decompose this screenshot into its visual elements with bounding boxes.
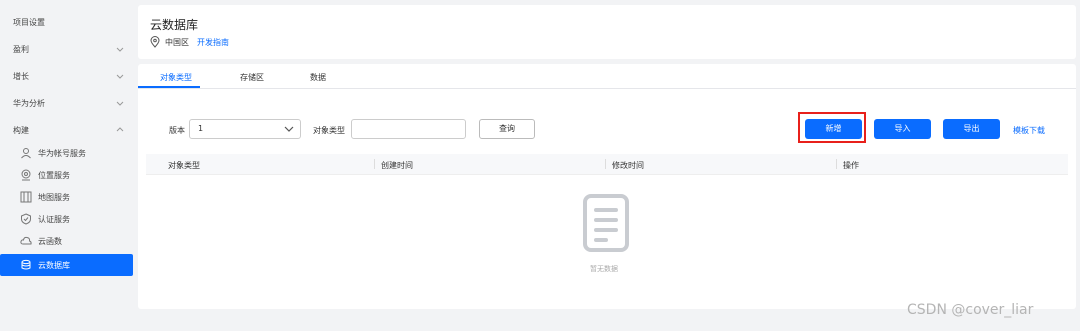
column-divider xyxy=(836,159,837,169)
empty-state-text: 暂无数据 xyxy=(590,265,618,273)
cloud-function-icon xyxy=(20,236,32,245)
query-button[interactable]: 查询 xyxy=(479,119,535,139)
column-header-actions: 操作 xyxy=(843,161,859,170)
chevron-down-icon xyxy=(116,101,124,106)
page-title: 云数据库 xyxy=(150,18,199,32)
tab-data[interactable]: 数据 xyxy=(310,72,326,83)
sidebar-item-label: 构建 xyxy=(13,125,29,135)
shield-icon xyxy=(21,213,31,225)
map-icon xyxy=(20,191,32,203)
sidebar-item-analytics[interactable]: 华为分析 xyxy=(0,92,133,114)
empty-document-icon xyxy=(583,194,629,252)
dev-guide-link[interactable]: 开发指南 xyxy=(197,37,229,48)
sidebar-item-grow[interactable]: 增长 xyxy=(0,65,133,87)
tab-bar: 对象类型 存储区 数据 xyxy=(138,64,1076,89)
table-header: 对象类型 创建时间 修改时间 操作 xyxy=(146,154,1068,175)
sidebar-item-build[interactable]: 构建 xyxy=(0,119,133,141)
version-label: 版本 xyxy=(169,126,185,135)
region-row: 中国区 开发指南 xyxy=(150,36,229,48)
sidebar-item-label: 位置服务 xyxy=(38,170,70,180)
sidebar-item-label: 增长 xyxy=(13,71,29,81)
column-header-object-type: 对象类型 xyxy=(168,161,200,170)
chevron-down-icon xyxy=(116,74,124,79)
sidebar-item-monetize[interactable]: 盈利 xyxy=(0,38,133,60)
object-type-label: 对象类型 xyxy=(313,126,345,135)
sidebar-item-label: 盈利 xyxy=(13,44,29,54)
export-button[interactable]: 导出 xyxy=(943,119,1000,139)
sidebar-item-auth-service[interactable]: 认证服务 xyxy=(0,208,133,230)
add-button[interactable]: 新增 xyxy=(805,119,862,139)
column-header-created: 创建时间 xyxy=(381,161,413,170)
tab-object-types[interactable]: 对象类型 xyxy=(160,72,192,83)
sidebar: 项目设置 盈利 增长 华为分析 构建 华为帐号服务 位置服务 地图服务 认证服务… xyxy=(0,0,136,331)
map-pin-icon xyxy=(150,36,160,48)
database-icon xyxy=(21,259,31,270)
location-icon xyxy=(21,169,31,181)
sidebar-item-label: 认证服务 xyxy=(38,214,70,224)
sidebar-item-label: 地图服务 xyxy=(38,192,70,202)
sidebar-item-project-settings[interactable]: 项目设置 xyxy=(0,11,133,33)
column-divider xyxy=(374,159,375,169)
sidebar-item-account-kit[interactable]: 华为帐号服务 xyxy=(0,142,133,164)
import-button[interactable]: 导入 xyxy=(874,119,931,139)
chevron-up-icon xyxy=(116,127,124,132)
column-header-modified: 修改时间 xyxy=(612,161,644,170)
chevron-down-icon xyxy=(284,126,294,132)
sidebar-item-label: 项目设置 xyxy=(13,17,45,27)
active-tab-indicator xyxy=(138,86,200,88)
sidebar-item-label: 云函数 xyxy=(38,236,62,246)
version-select-value: 1 xyxy=(198,124,204,133)
sidebar-item-map-kit[interactable]: 地图服务 xyxy=(0,186,133,208)
version-select[interactable]: 1 xyxy=(189,119,301,139)
region-label: 中国区 xyxy=(165,37,189,47)
sidebar-item-label: 云数据库 xyxy=(38,260,70,270)
column-divider xyxy=(605,159,606,169)
sidebar-item-cloud-db[interactable]: 云数据库 xyxy=(0,254,133,276)
tab-storage-zones[interactable]: 存储区 xyxy=(240,72,264,83)
watermark: CSDN @cover_liar xyxy=(907,302,1034,318)
object-type-input[interactable] xyxy=(351,119,466,139)
sidebar-item-label: 华为帐号服务 xyxy=(38,148,86,158)
sidebar-item-label: 华为分析 xyxy=(13,98,45,108)
sidebar-item-cloud-functions[interactable]: 云函数 xyxy=(0,230,133,252)
chevron-down-icon xyxy=(116,47,124,52)
main-panel: 对象类型 存储区 数据 版本 1 对象类型 查询 新增 导入 导出 模板下载 对… xyxy=(138,64,1076,309)
user-icon xyxy=(21,148,31,159)
page-header: 云数据库 中国区 开发指南 xyxy=(138,5,1076,59)
sidebar-item-location-kit[interactable]: 位置服务 xyxy=(0,164,133,186)
template-download-link[interactable]: 模板下载 xyxy=(1013,125,1045,136)
